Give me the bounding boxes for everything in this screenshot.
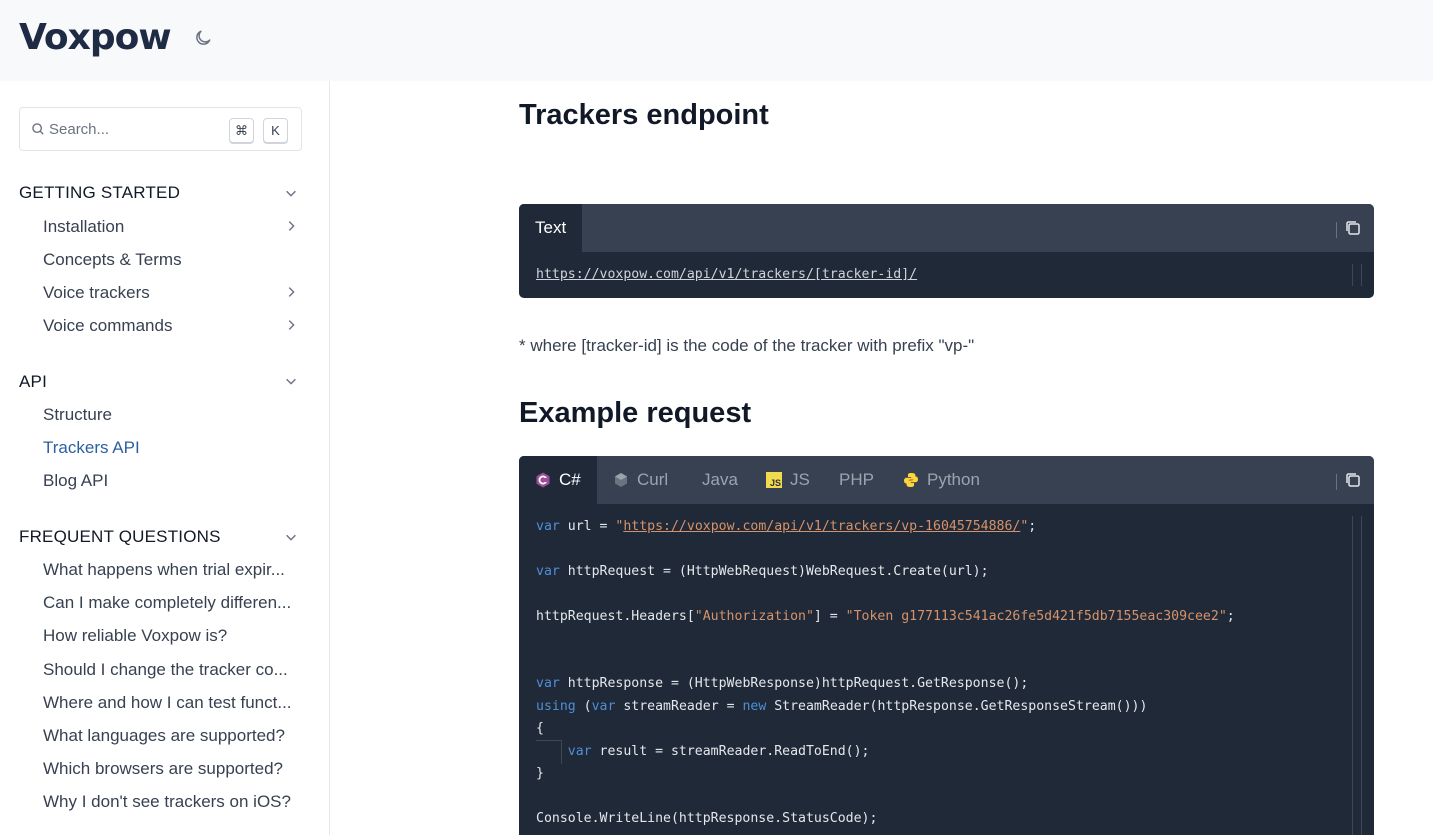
chevron-down-icon[interactable] — [284, 374, 298, 388]
sidebar-item-faq[interactable]: Where and how I can test funct... — [43, 693, 301, 713]
code-line: var httpRequest = (HttpWebRequest)WebReq… — [536, 564, 989, 579]
section-frequent-questions[interactable]: FREQUENT QUESTIONS — [19, 527, 221, 547]
section-getting-started[interactable]: GETTING STARTED — [19, 183, 180, 203]
sidebar-item-trackers-api[interactable]: Trackers API — [43, 438, 301, 458]
sidebar-item-faq[interactable]: Can I make completely differen... — [43, 593, 301, 613]
code-line: var httpResponse = (HttpWebResponse)http… — [536, 676, 1029, 691]
csharp-icon — [535, 472, 551, 488]
endpoint-url[interactable]: https://voxpow.com/api/v1/trackers/[trac… — [536, 267, 917, 282]
sidebar-item-faq[interactable]: What happens when trial expir... — [43, 560, 301, 580]
sidebar: Search... ⌘ K GETTING STARTED Installati… — [0, 81, 330, 835]
sidebar-item-faq[interactable]: What languages are supported? — [43, 726, 301, 746]
search-input[interactable]: Search... ⌘ K — [19, 107, 302, 151]
tab-label: Text — [535, 218, 567, 237]
copy-icon[interactable] — [1343, 218, 1363, 238]
tab-label: JS — [790, 470, 810, 489]
tab-java[interactable]: Java — [686, 456, 754, 504]
sidebar-item-structure[interactable]: Structure — [43, 405, 301, 425]
code-line: } — [536, 766, 544, 781]
sidebar-item-voice-trackers[interactable]: Voice trackers — [43, 283, 301, 303]
main-content: Trackers endpoint Text https://voxpow.co… — [331, 81, 1433, 835]
code-scrollbar[interactable] — [1352, 516, 1362, 835]
code-line: { — [536, 721, 544, 736]
js-icon: JS — [766, 472, 782, 488]
sidebar-item-concepts-terms[interactable]: Concepts & Terms — [43, 250, 301, 270]
code-line: using (var streamReader = new StreamRead… — [536, 699, 1148, 714]
code-tabs-bar: Text — [519, 204, 1374, 252]
sidebar-item-blog-api[interactable]: Blog API — [43, 471, 301, 491]
voxpow-logo[interactable]: Voxpow — [19, 13, 172, 61]
tab-label: C# — [559, 470, 581, 489]
tab-label: PHP — [839, 470, 874, 489]
sidebar-item-faq[interactable]: Should I change the tracker co... — [43, 660, 301, 680]
code-line: Console.WriteLine(httpResponse.StatusCod… — [536, 811, 878, 826]
example-url-link[interactable]: https://voxpow.com/api/v1/trackers/vp-16… — [623, 519, 1020, 534]
sidebar-item-faq[interactable]: Why I don't see trackers on iOS? — [43, 792, 301, 812]
copy-icon[interactable] — [1343, 470, 1363, 490]
tab-php[interactable]: PHP — [823, 456, 890, 504]
curl-icon — [613, 472, 629, 488]
search-placeholder: Search... — [49, 121, 110, 138]
tab-label: Python — [927, 470, 980, 489]
page-title: Trackers endpoint — [519, 99, 769, 131]
logo-text: Voxpow — [19, 16, 172, 58]
sidebar-item-voice-commands[interactable]: Voice commands — [43, 316, 301, 336]
tab-label: Curl — [637, 470, 669, 489]
example-request-title: Example request — [519, 397, 752, 429]
code-line: httpRequest.Headers["Authorization"] = "… — [536, 609, 1235, 624]
tracker-id-note: * where [tracker-id] is the code of the … — [519, 336, 975, 355]
example-code-block: C# Curl Java JS JS PHP Python var url = … — [519, 456, 1374, 835]
code-line: var url = "https://voxpow.com/api/v1/tra… — [536, 519, 1037, 534]
indent-guide — [536, 740, 562, 764]
endpoint-code-block: Text https://voxpow.com/api/v1/trackers/… — [519, 204, 1374, 298]
section-api[interactable]: API — [19, 372, 47, 392]
code-line: var result = streamReader.ReadToEnd(); — [567, 744, 870, 759]
tab-label: Java — [702, 470, 738, 489]
sidebar-item-faq[interactable]: How reliable Voxpow is? — [43, 626, 301, 646]
language-tabs-bar: C# Curl Java JS JS PHP Python — [519, 456, 1374, 504]
command-key-badge: ⌘ — [229, 118, 254, 143]
tab-curl[interactable]: Curl — [597, 456, 684, 504]
search-icon — [32, 123, 44, 135]
tab-python[interactable]: Python — [887, 456, 996, 504]
code-scrollbar[interactable] — [1352, 264, 1362, 286]
moon-icon[interactable] — [193, 28, 213, 48]
chevron-right-icon[interactable] — [284, 219, 298, 233]
tab-csharp[interactable]: C# — [519, 456, 597, 504]
chevron-down-icon[interactable] — [284, 530, 298, 544]
tab-text[interactable]: Text — [519, 204, 583, 252]
top-bar: Voxpow — [0, 0, 1433, 81]
tab-js[interactable]: JS JS — [750, 456, 826, 504]
chevron-right-icon[interactable] — [284, 285, 298, 299]
divider — [1336, 474, 1337, 490]
sidebar-item-faq[interactable]: Which browsers are supported? — [43, 759, 301, 779]
divider — [1336, 222, 1337, 238]
python-icon — [903, 472, 919, 488]
chevron-right-icon[interactable] — [284, 318, 298, 332]
k-key-badge: K — [263, 118, 288, 143]
sidebar-item-installation[interactable]: Installation — [43, 217, 301, 237]
chevron-down-icon[interactable] — [284, 186, 298, 200]
